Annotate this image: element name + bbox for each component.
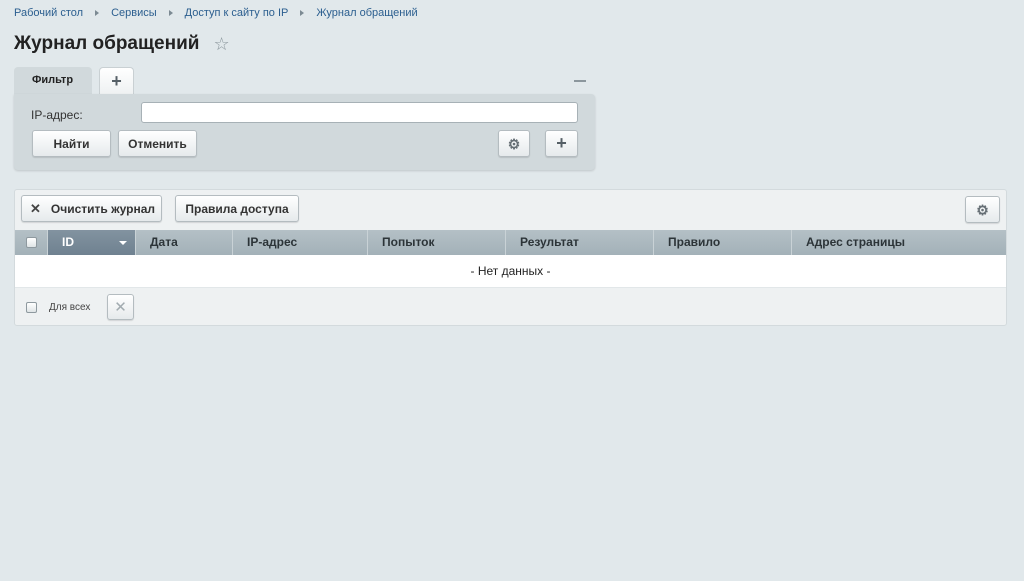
breadcrumb-separator-icon [300,10,305,16]
breadcrumb-item-access-log[interactable]: Журнал обращений [316,7,417,19]
gear-icon: ⚙ [507,135,521,152]
filter-panel: IP-адрес: Найти Отменить ⚙ + [14,94,595,170]
breadcrumb-separator-icon [168,10,173,16]
breadcrumb: Рабочий стол Сервисы Доступ к сайту по I… [14,7,418,19]
gear-icon: ⚙ [976,201,989,218]
grid-panel: ✕ Очистить журнал Правила доступа ⚙ ID Д… [14,189,1007,326]
breadcrumb-item-services[interactable]: Сервисы [111,7,157,19]
column-header-page-address[interactable]: Адрес страницы [792,230,1006,255]
close-icon: ✕ [114,299,127,316]
for-all-checkbox[interactable] [26,302,37,313]
column-header-id[interactable]: ID [48,230,136,255]
delete-selected-button[interactable]: ✕ [107,294,134,320]
filter-collapse-icon[interactable] [574,80,586,82]
grid-empty-message: - Нет данных - [15,255,1006,288]
column-header-id-label: ID [62,235,74,249]
filter-tab[interactable]: Фильтр [14,67,92,95]
column-header-ip[interactable]: IP-адрес [233,230,368,255]
add-filter-tab-button[interactable]: + [99,67,134,94]
access-rules-button[interactable]: Правила доступа [175,195,299,222]
filter-settings-button[interactable]: ⚙ [498,130,530,157]
cancel-button[interactable]: Отменить [118,130,197,157]
for-all-label: Для всех [49,302,91,313]
column-header-date[interactable]: Дата [136,230,233,255]
select-all-checkbox[interactable] [25,237,37,248]
sort-desc-icon [119,241,127,245]
star-icon[interactable]: ☆ [213,32,229,56]
column-header-rule[interactable]: Правило [654,230,792,255]
header-checkbox-cell [15,230,48,255]
column-header-attempts[interactable]: Попыток [368,230,506,255]
grid-settings-button[interactable]: ⚙ [965,196,1000,223]
grid-header: ID Дата IP-адрес Попыток Результат Прави… [15,230,1006,255]
breadcrumb-item-ip-access[interactable]: Доступ к сайту по IP [185,7,289,19]
ip-address-label: IP-адрес: [31,108,83,122]
ip-address-input[interactable] [141,102,578,123]
breadcrumb-item-desktop[interactable]: Рабочий стол [14,7,83,19]
column-header-result[interactable]: Результат [506,230,654,255]
clear-log-button[interactable]: ✕ Очистить журнал [21,195,162,222]
page-title: Журнал обращений [14,33,200,54]
breadcrumb-separator-icon [95,10,100,16]
clear-log-label: Очистить журнал [50,201,155,216]
add-filter-field-button[interactable]: + [545,130,578,157]
find-button[interactable]: Найти [32,130,111,157]
close-icon: ✕ [30,200,41,216]
title-row: Журнал обращений ☆ [14,32,230,56]
